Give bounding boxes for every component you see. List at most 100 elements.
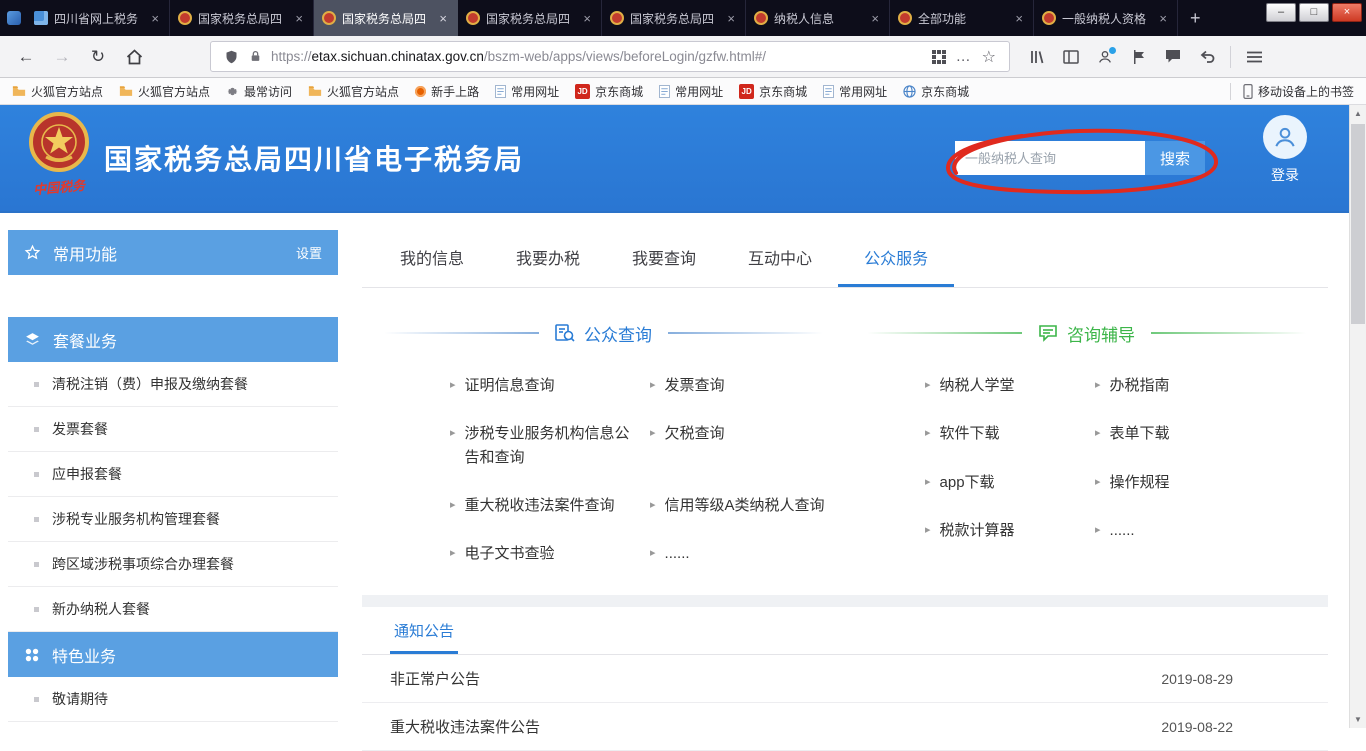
bookmark-item[interactable]: 常用网址 xyxy=(659,83,723,100)
settings-button[interactable]: 设置 xyxy=(296,243,322,262)
browser-tab[interactable]: 纳税人信息 × xyxy=(746,0,890,36)
tab-close-icon[interactable]: × xyxy=(1013,11,1025,26)
sidebar-item[interactable]: 新办纳税人套餐 xyxy=(8,587,338,632)
sidebar-item[interactable]: 应申报套餐 xyxy=(8,452,338,497)
shield-icon[interactable] xyxy=(224,49,239,65)
service-link[interactable]: ▸证明信息查询 xyxy=(450,374,650,397)
library-icon[interactable] xyxy=(1022,42,1052,72)
sidebar-special-header[interactable]: 特色业务 xyxy=(8,632,338,677)
bookmark-item[interactable]: 京东商城 xyxy=(903,83,969,100)
close-button[interactable]: × xyxy=(1332,3,1362,22)
tab-tax-handling[interactable]: 我要办税 xyxy=(490,230,606,287)
tab-query[interactable]: 我要查询 xyxy=(606,230,722,287)
service-link[interactable]: ▸操作规程 xyxy=(1095,471,1328,494)
maximize-button[interactable]: □ xyxy=(1299,3,1329,22)
mobile-bookmarks[interactable]: 移动设备上的书签 xyxy=(1230,83,1354,100)
scroll-down-icon[interactable]: ▼ xyxy=(1350,711,1366,728)
qr-code-icon[interactable] xyxy=(932,50,946,64)
sidebar-toggle-icon[interactable] xyxy=(1056,42,1086,72)
vertical-scrollbar[interactable]: ▲ ▼ xyxy=(1349,105,1366,728)
folder-icon xyxy=(12,85,26,97)
service-link[interactable]: ▸app下载 xyxy=(925,471,1095,494)
browser-tab-active[interactable]: 国家税务总局四 × xyxy=(314,0,458,36)
service-link[interactable]: ▸办税指南 xyxy=(1095,374,1328,397)
webpage-icon xyxy=(495,85,506,98)
tab-close-icon[interactable]: × xyxy=(869,11,881,26)
forward-button[interactable]: → xyxy=(46,41,78,73)
tab-interaction[interactable]: 互动中心 xyxy=(722,230,838,287)
bullet-icon xyxy=(34,562,39,567)
sidebar-item[interactable]: 跨区域涉税事项综合办理套餐 xyxy=(8,542,338,587)
tab-close-icon[interactable]: × xyxy=(581,11,593,26)
lock-icon[interactable] xyxy=(249,49,262,64)
bookmark-item[interactable]: 最常访问 xyxy=(226,83,292,100)
arrow-icon: ▸ xyxy=(650,542,656,565)
notice-item[interactable]: 非正常户公告 2019-08-29 xyxy=(362,655,1328,703)
service-link[interactable]: ▸...... xyxy=(1095,519,1328,542)
new-tab-button[interactable]: + xyxy=(1178,0,1213,36)
service-link[interactable]: ▸重大税收违法案件查询 xyxy=(450,494,650,517)
undo-icon[interactable] xyxy=(1192,42,1222,72)
service-link[interactable]: ▸纳税人学堂 xyxy=(925,374,1095,397)
login-area[interactable]: 登录 xyxy=(1258,115,1312,185)
browser-tab[interactable]: 国家税务总局四 × xyxy=(458,0,602,36)
bookmark-item[interactable]: 火狐官方站点 xyxy=(12,83,103,100)
bookmark-item[interactable]: JD 京东商城 xyxy=(575,83,643,100)
sidebar-item[interactable]: 涉税专业服务机构管理套餐 xyxy=(8,497,338,542)
sidebar-item[interactable]: 清税注销（费）申报及缴纳套餐 xyxy=(8,362,338,407)
minimize-button[interactable]: – xyxy=(1266,3,1296,22)
sidebar-common-header[interactable]: 常用功能 设置 xyxy=(8,230,338,275)
tab-my-info[interactable]: 我的信息 xyxy=(374,230,490,287)
tab-close-icon[interactable]: × xyxy=(293,11,305,26)
bookmark-item[interactable]: 火狐官方站点 xyxy=(119,83,210,100)
scrollbar-thumb[interactable] xyxy=(1351,124,1365,324)
service-link[interactable]: ▸税款计算器 xyxy=(925,519,1095,542)
tab-close-icon[interactable]: × xyxy=(437,11,449,26)
browser-tab[interactable]: 一般纳税人资格 × xyxy=(1034,0,1178,36)
browser-tab[interactable]: 国家税务总局四 × xyxy=(602,0,746,36)
bookmark-label: 常用网址 xyxy=(675,83,723,100)
tab-notices[interactable]: 通知公告 xyxy=(390,607,458,654)
tab-public-service[interactable]: 公众服务 xyxy=(838,230,954,287)
flag-icon[interactable] xyxy=(1124,42,1154,72)
service-link[interactable]: ▸软件下载 xyxy=(925,422,1095,445)
account-icon[interactable] xyxy=(1090,42,1120,72)
sidebar-package-header[interactable]: 套餐业务 xyxy=(8,317,338,362)
notice-item[interactable]: 重大税收违法案件公告 2019-08-22 xyxy=(362,703,1328,751)
service-link[interactable]: ▸涉税专业服务机构信息公告和查询 xyxy=(450,422,650,469)
url-text[interactable]: https://etax.sichuan.chinatax.gov.cn/bsz… xyxy=(271,49,927,64)
bookmark-item[interactable]: 火狐官方站点 xyxy=(308,83,399,100)
user-icon[interactable] xyxy=(1263,115,1307,159)
tab-close-icon[interactable]: × xyxy=(149,11,161,26)
tab-close-icon[interactable]: × xyxy=(725,11,737,26)
reload-button[interactable]: ↻ xyxy=(82,41,114,73)
bookmark-item[interactable]: 常用网址 xyxy=(823,83,887,100)
login-label[interactable]: 登录 xyxy=(1258,165,1312,185)
scroll-up-icon[interactable]: ▲ xyxy=(1350,105,1366,122)
back-button[interactable]: ← xyxy=(10,41,42,73)
sidebar-item[interactable]: 发票套餐 xyxy=(8,407,338,452)
bookmark-star-icon[interactable]: ☆ xyxy=(982,47,996,67)
service-link[interactable]: ▸电子文书查验 xyxy=(450,542,650,565)
home-icon xyxy=(126,49,143,65)
bookmark-item[interactable]: 新手上路 xyxy=(415,83,479,100)
service-link[interactable]: ▸发票查询 xyxy=(650,374,845,397)
browser-tab[interactable]: 国家税务总局四 × xyxy=(170,0,314,36)
bookmark-item[interactable]: JD 京东商城 xyxy=(739,83,807,100)
service-link[interactable]: ▸欠税查询 xyxy=(650,422,845,469)
sidebar-item[interactable]: 敬请期待 xyxy=(8,677,338,722)
tab-close-icon[interactable]: × xyxy=(1157,11,1169,26)
menu-icon[interactable] xyxy=(1239,42,1269,72)
page-actions-icon[interactable]: … xyxy=(956,48,972,65)
address-bar[interactable]: https://etax.sichuan.chinatax.gov.cn/bsz… xyxy=(210,41,1010,72)
search-button[interactable]: 搜索 xyxy=(1145,141,1205,175)
search-input[interactable] xyxy=(955,141,1145,175)
browser-tab[interactable]: 四川省网上税务 × xyxy=(26,0,170,36)
bookmark-item[interactable]: 常用网址 xyxy=(495,83,559,100)
service-link[interactable]: ▸...... xyxy=(650,542,845,565)
service-link[interactable]: ▸信用等级A类纳税人查询 xyxy=(650,494,845,517)
chat-icon[interactable] xyxy=(1158,42,1188,72)
home-button[interactable] xyxy=(118,41,150,73)
browser-tab[interactable]: 全部功能 × xyxy=(890,0,1034,36)
service-link[interactable]: ▸表单下载 xyxy=(1095,422,1328,445)
